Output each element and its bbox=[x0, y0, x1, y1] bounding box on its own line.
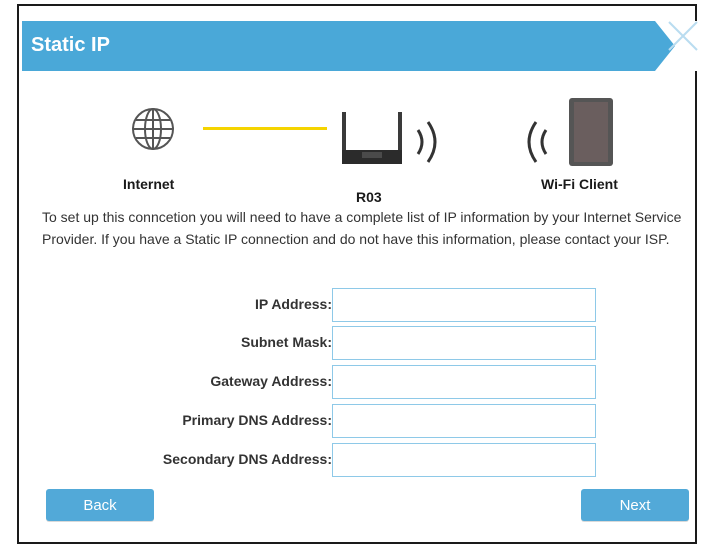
dialog-header: Static IP bbox=[22, 21, 697, 71]
gateway-address-row: Gateway Address: bbox=[120, 365, 600, 399]
ip-address-label: IP Address: bbox=[254, 296, 332, 312]
ip-address-input[interactable] bbox=[332, 288, 596, 322]
primary-dns-input[interactable] bbox=[332, 404, 596, 438]
tablet-icon bbox=[569, 98, 613, 166]
secondary-dns-input[interactable] bbox=[332, 443, 596, 477]
subnet-mask-input[interactable] bbox=[332, 326, 596, 360]
router-label: R03 bbox=[356, 189, 382, 205]
secondary-dns-row: Secondary DNS Address: bbox=[120, 443, 600, 477]
globe-icon bbox=[132, 108, 174, 150]
gateway-address-label: Gateway Address: bbox=[210, 373, 332, 389]
router-icon bbox=[342, 112, 402, 164]
wifi-waves-icon bbox=[416, 121, 437, 163]
gateway-address-input[interactable] bbox=[332, 365, 596, 399]
ip-address-row: IP Address: bbox=[120, 288, 600, 322]
primary-dns-label: Primary DNS Address: bbox=[182, 412, 332, 428]
secondary-dns-label: Secondary DNS Address: bbox=[162, 451, 332, 467]
connection-line bbox=[203, 127, 327, 130]
client-label: Wi-Fi Client bbox=[541, 176, 618, 192]
description-text: To set up this conncetion you will need … bbox=[42, 209, 682, 247]
close-icon[interactable] bbox=[661, 14, 705, 58]
subnet-mask-label: Subnet Mask: bbox=[240, 334, 332, 350]
internet-label: Internet bbox=[123, 176, 175, 192]
back-button[interactable]: Back bbox=[46, 489, 154, 521]
primary-dns-row: Primary DNS Address: bbox=[120, 404, 600, 438]
next-button[interactable]: Next bbox=[581, 489, 689, 521]
dialog-title: Static IP bbox=[31, 34, 110, 56]
subnet-mask-row: Subnet Mask: bbox=[120, 326, 600, 360]
client-wifi-waves-icon bbox=[527, 121, 548, 163]
